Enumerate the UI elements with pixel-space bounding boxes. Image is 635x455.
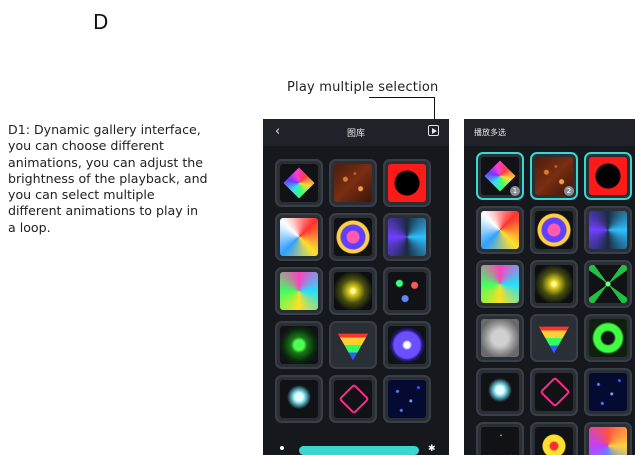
animation-tile[interactable]: 1 bbox=[476, 152, 524, 200]
animation-tile[interactable] bbox=[275, 267, 323, 315]
animation-thumbnail bbox=[334, 164, 372, 202]
multi-select-top-bar: 播放多选 bbox=[464, 119, 635, 146]
animation-tile[interactable] bbox=[584, 368, 632, 416]
animation-thumbnail bbox=[388, 164, 426, 202]
animation-tile[interactable] bbox=[476, 368, 524, 416]
animation-thumbnail bbox=[388, 218, 426, 256]
animation-tile[interactable] bbox=[383, 267, 431, 315]
animation-thumbnail bbox=[481, 319, 519, 357]
animation-tile[interactable] bbox=[383, 375, 431, 423]
animation-tile[interactable] bbox=[383, 213, 431, 261]
animation-tile[interactable] bbox=[329, 267, 377, 315]
animation-tile[interactable] bbox=[584, 314, 632, 362]
animation-thumbnail bbox=[388, 272, 426, 310]
animation-tile[interactable] bbox=[476, 314, 524, 362]
animation-tile[interactable] bbox=[275, 321, 323, 369]
selection-order-badge: 2 bbox=[564, 186, 574, 196]
animation-tile[interactable] bbox=[584, 152, 632, 200]
animation-thumbnail bbox=[280, 164, 318, 202]
gallery-screen: ‹ 图库 ✱ bbox=[263, 119, 449, 455]
animation-thumbnail bbox=[535, 373, 573, 411]
animation-tile[interactable] bbox=[476, 260, 524, 308]
callout-line-horizontal bbox=[369, 97, 435, 98]
animation-thumbnail bbox=[280, 218, 318, 256]
animation-thumbnail bbox=[589, 319, 627, 357]
animation-tile[interactable] bbox=[584, 206, 632, 254]
animation-tile[interactable] bbox=[329, 321, 377, 369]
animation-thumbnail bbox=[334, 218, 372, 256]
animation-thumbnail bbox=[388, 380, 426, 418]
animation-tile[interactable] bbox=[476, 206, 524, 254]
multi-select-screen: 播放多选 12 bbox=[464, 119, 635, 455]
animation-tile[interactable] bbox=[530, 314, 578, 362]
animation-thumbnail bbox=[280, 326, 318, 364]
gallery-top-bar: ‹ 图库 bbox=[263, 119, 449, 146]
animation-thumbnail bbox=[589, 265, 627, 303]
callout-label: Play multiple selection bbox=[287, 80, 439, 95]
animation-tile[interactable] bbox=[530, 368, 578, 416]
animation-thumbnail bbox=[535, 427, 573, 455]
animation-thumbnail bbox=[481, 265, 519, 303]
brightness-slider[interactable] bbox=[299, 446, 419, 455]
animation-thumbnail bbox=[589, 373, 627, 411]
animation-tile[interactable] bbox=[329, 159, 377, 207]
animation-thumbnail bbox=[535, 265, 573, 303]
animation-thumbnail bbox=[334, 380, 372, 418]
animation-thumbnail bbox=[481, 211, 519, 249]
animation-thumbnail bbox=[280, 380, 318, 418]
animation-tile[interactable] bbox=[329, 213, 377, 261]
animation-tile[interactable] bbox=[476, 422, 524, 455]
animation-tile[interactable]: 2 bbox=[530, 152, 578, 200]
animation-tile[interactable] bbox=[530, 206, 578, 254]
animation-tile[interactable] bbox=[584, 422, 632, 455]
multi-select-grid: 12 bbox=[476, 152, 632, 455]
animation-tile[interactable] bbox=[275, 159, 323, 207]
animation-tile[interactable] bbox=[329, 375, 377, 423]
animation-tile[interactable] bbox=[383, 159, 431, 207]
animation-tile[interactable] bbox=[530, 422, 578, 455]
animation-tile[interactable] bbox=[530, 260, 578, 308]
gallery-grid bbox=[275, 159, 431, 423]
animation-tile[interactable] bbox=[584, 260, 632, 308]
animation-tile[interactable] bbox=[275, 213, 323, 261]
animation-thumbnail bbox=[535, 211, 573, 249]
animation-thumbnail bbox=[481, 373, 519, 411]
selection-order-badge: 1 bbox=[510, 186, 520, 196]
animation-thumbnail bbox=[481, 427, 519, 455]
gallery-title: 图库 bbox=[346, 129, 365, 139]
multi-select-title: 播放多选 bbox=[474, 128, 506, 137]
animation-thumbnail bbox=[388, 326, 426, 364]
animation-thumbnail bbox=[538, 326, 570, 354]
brightness-low-icon bbox=[280, 446, 284, 450]
animation-thumbnail bbox=[589, 427, 627, 455]
animation-tile[interactable] bbox=[383, 321, 431, 369]
brightness-high-icon: ✱ bbox=[428, 444, 436, 454]
animation-tile[interactable] bbox=[275, 375, 323, 423]
section-letter: D bbox=[93, 10, 109, 34]
animation-thumbnail bbox=[589, 211, 627, 249]
play-multiple-icon[interactable] bbox=[428, 125, 439, 136]
animation-thumbnail bbox=[337, 333, 369, 361]
description-text: D1: Dynamic gallery interface, you can c… bbox=[8, 122, 208, 235]
animation-thumbnail bbox=[280, 272, 318, 310]
animation-thumbnail bbox=[334, 272, 372, 310]
animation-thumbnail bbox=[589, 157, 627, 195]
